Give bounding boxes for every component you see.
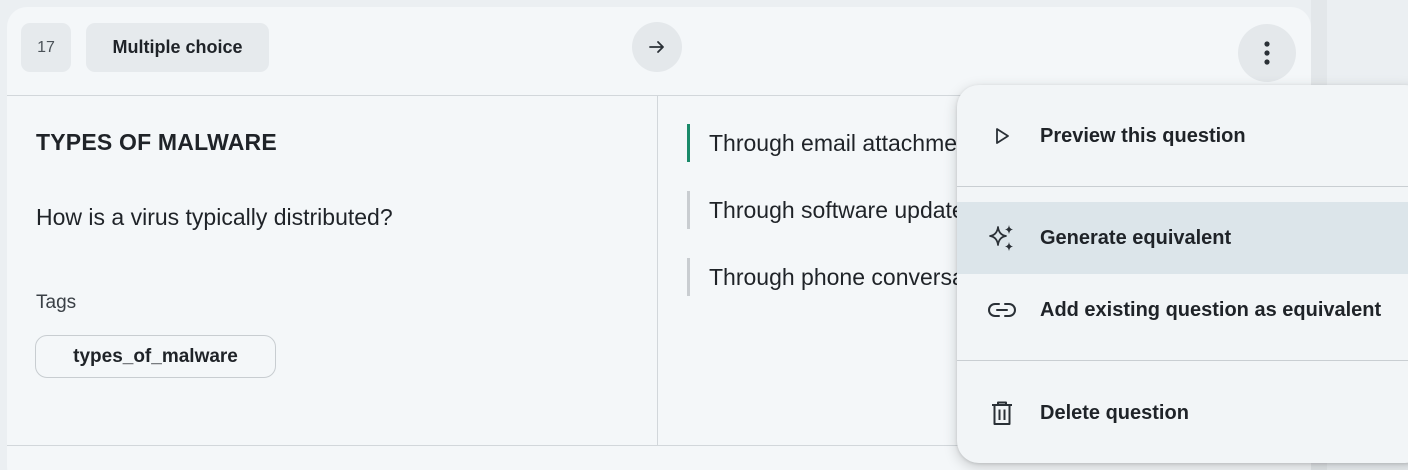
answer-option: Through software updates xyxy=(687,191,976,229)
arrow-right-icon xyxy=(649,41,664,53)
menu-item-label: Delete question xyxy=(1040,401,1189,424)
more-options-button[interactable] xyxy=(1238,24,1296,82)
menu-item-generate-equivalent[interactable]: Generate equivalent xyxy=(957,202,1408,274)
answer-option-correct: Through email attachments xyxy=(687,124,988,162)
tag-chip[interactable]: types_of_malware xyxy=(35,335,276,378)
question-type-label: Multiple choice xyxy=(112,37,243,57)
play-icon xyxy=(987,121,1017,151)
question-type-badge: Multiple choice xyxy=(86,23,269,72)
menu-item-label: Generate equivalent xyxy=(1040,226,1232,249)
menu-item-add-existing-equivalent[interactable]: Add existing question as equivalent xyxy=(957,274,1408,346)
sparkle-icon xyxy=(987,223,1017,253)
menu-divider xyxy=(957,360,1408,361)
menu-item-label: Add existing question as equivalent xyxy=(1040,298,1382,321)
menu-item-preview-question[interactable]: Preview this question xyxy=(957,100,1408,172)
tags-label: Tags xyxy=(36,292,77,313)
menu-divider xyxy=(957,186,1408,187)
question-text: How is a virus typically distributed? xyxy=(36,204,393,230)
open-question-button[interactable] xyxy=(632,22,682,72)
tag-label: types_of_malware xyxy=(73,345,238,367)
question-options-menu: Preview this question Generate equivalen… xyxy=(957,85,1408,463)
trash-icon xyxy=(987,398,1017,428)
question-number-badge: 17 xyxy=(21,23,71,72)
column-divider xyxy=(657,96,658,445)
question-number: 17 xyxy=(37,38,55,56)
more-vertical-icon xyxy=(1264,41,1270,65)
answer-text: Through email attachments xyxy=(709,129,988,156)
menu-item-label: Preview this question xyxy=(1040,124,1246,147)
menu-item-delete-question[interactable]: Delete question xyxy=(957,377,1408,449)
question-category: TYPES OF MALWARE xyxy=(36,129,277,155)
link-icon xyxy=(987,295,1017,325)
answer-text: Through software updates xyxy=(709,196,977,223)
